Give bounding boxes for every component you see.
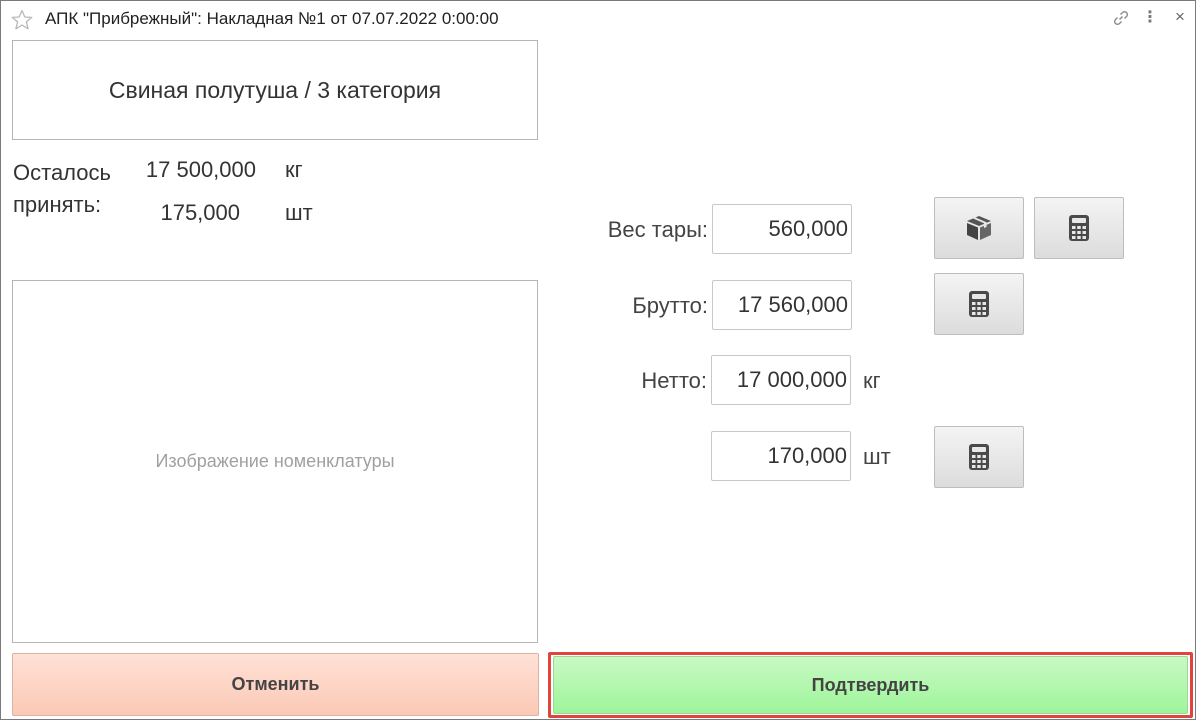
calculator-icon [969, 444, 989, 470]
dialog-window: АПК "Прибрежный": Накладная №1 от 07.07.… [0, 0, 1196, 720]
confirm-button[interactable]: Подтвердить [553, 656, 1188, 714]
window-title: АПК "Прибрежный": Накладная №1 от 07.07.… [45, 9, 499, 28]
star-icon[interactable] [10, 8, 34, 32]
product-name: Свиная полутуша / 3 категория [12, 40, 538, 140]
remaining-count-unit: шт [285, 200, 313, 225]
count-unit: шт [863, 444, 891, 469]
more-vertical-icon[interactable]: ⋮ [1142, 9, 1158, 27]
product-image-placeholder: Изображение номенклатуры [12, 280, 538, 643]
tare-calculator-button[interactable] [1034, 197, 1124, 259]
count-input[interactable] [711, 431, 851, 481]
cancel-button[interactable]: Отменить [12, 653, 539, 716]
remaining-weight-value: 17 500,000 [145, 157, 256, 182]
remaining-count-value: 175,000 [160, 200, 240, 225]
package-tare-button[interactable] [934, 197, 1024, 259]
gross-input[interactable] [712, 280, 852, 330]
gross-label: Брутто: [632, 293, 708, 318]
tare-label: Вес тары: [607, 217, 708, 242]
package-icon [967, 216, 991, 240]
count-calculator-button[interactable] [934, 426, 1024, 488]
net-input[interactable] [711, 355, 851, 405]
gross-calculator-button[interactable] [934, 273, 1024, 335]
remaining-weight-unit: кг [285, 157, 303, 182]
calculator-icon [1069, 215, 1089, 241]
tare-input[interactable] [712, 204, 852, 254]
close-icon[interactable]: × [1173, 8, 1187, 26]
remaining-label-line1: Осталось [13, 160, 111, 185]
calculator-icon [969, 291, 989, 317]
remaining-label: Осталось принять: [13, 157, 111, 221]
net-unit: кг [863, 368, 881, 393]
remaining-label-line2: принять: [13, 192, 102, 217]
net-label: Нетто: [641, 368, 707, 393]
link-icon[interactable] [1112, 9, 1130, 27]
